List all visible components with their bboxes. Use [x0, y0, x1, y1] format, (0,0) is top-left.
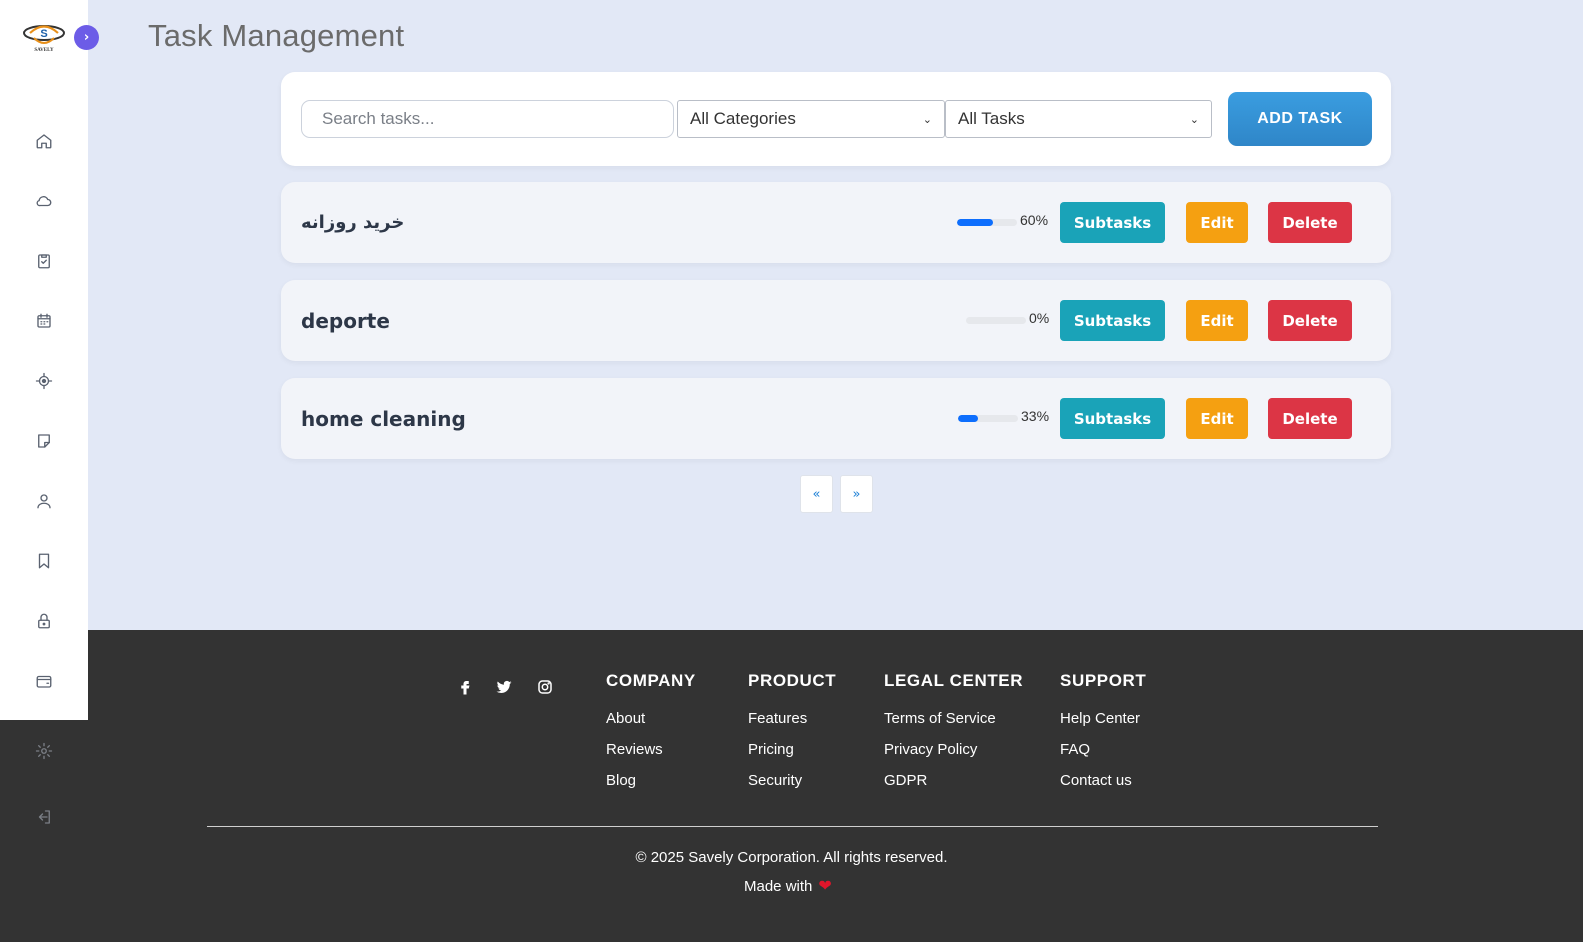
search-input[interactable]	[301, 100, 674, 138]
made-with-text: Made with ❤	[744, 876, 832, 896]
filter-select-value: All Tasks	[958, 109, 1025, 128]
task-card: خرید روزانه 60% Subtasks Edit Delete	[281, 182, 1391, 263]
footer-heading-company: COMPANY	[606, 671, 696, 690]
instagram-icon[interactable]	[533, 675, 557, 699]
twitter-icon[interactable]	[492, 675, 516, 699]
task-progress-label: 33%	[1021, 408, 1050, 424]
pagination-prev-button[interactable]: «	[800, 475, 833, 513]
footer-link-gdpr[interactable]: GDPR	[884, 772, 927, 789]
delete-button[interactable]: Delete	[1268, 398, 1352, 439]
user-icon[interactable]	[31, 488, 57, 514]
chevron-down-icon: ⌄	[922, 113, 932, 126]
subtasks-button[interactable]: Subtasks	[1060, 398, 1165, 439]
task-progress-bar	[966, 317, 1026, 324]
subtasks-button[interactable]: Subtasks	[1060, 300, 1165, 341]
bookmark-icon[interactable]	[31, 548, 57, 574]
task-progress-label: 60%	[1020, 212, 1049, 228]
page-title: Task Management	[148, 18, 405, 53]
pagination-next-button[interactable]: »	[840, 475, 873, 513]
delete-button[interactable]: Delete	[1268, 202, 1352, 243]
clipboard-check-icon[interactable]	[31, 248, 57, 274]
footer-link-help-center[interactable]: Help Center	[1060, 710, 1140, 727]
logo-wordmark: SAVELY	[34, 48, 54, 53]
subtasks-button[interactable]: Subtasks	[1060, 202, 1165, 243]
wallet-icon[interactable]	[31, 668, 57, 694]
footer-sidebar-area	[0, 720, 88, 942]
heart-icon: ❤	[818, 878, 832, 895]
footer-link-security[interactable]: Security	[748, 772, 802, 789]
task-progress-label: 0%	[1029, 310, 1050, 326]
task-progress-bar	[958, 415, 1018, 422]
task-name[interactable]: خرید روزانه	[301, 182, 404, 263]
copyright-text: © 2025 Savely Corporation. All rights re…	[635, 849, 948, 866]
footer-link-reviews[interactable]: Reviews	[606, 741, 663, 758]
edit-button[interactable]: Edit	[1186, 202, 1248, 243]
gear-icon[interactable]	[31, 738, 57, 764]
task-toolbar: All Categories ⌄ All Tasks ⌄ ADD TASK	[281, 72, 1391, 166]
add-task-button[interactable]: ADD TASK	[1228, 92, 1372, 146]
task-name[interactable]: home cleaning	[301, 378, 466, 459]
footer-link-terms[interactable]: Terms of Service	[884, 710, 996, 727]
cloud-icon[interactable]	[31, 188, 57, 214]
footer-heading-legal-center: LEGAL CENTER	[884, 671, 1024, 690]
sticky-note-icon[interactable]	[31, 428, 57, 454]
footer-link-blog[interactable]: Blog	[606, 772, 636, 789]
svg-text:S: S	[40, 28, 47, 40]
logout-icon[interactable]	[31, 804, 57, 830]
task-name[interactable]: deporte	[301, 280, 390, 361]
footer-divider	[207, 826, 1378, 827]
footer-link-faq[interactable]: FAQ	[1060, 741, 1090, 758]
footer-link-features[interactable]: Features	[748, 710, 807, 727]
lock-icon[interactable]	[31, 608, 57, 634]
category-select-value: All Categories	[690, 109, 796, 128]
target-icon[interactable]	[31, 368, 57, 394]
task-card: deporte 0% Subtasks Edit Delete	[281, 280, 1391, 361]
savely-logo[interactable]: S SAVELY	[22, 20, 66, 54]
chevron-down-icon: ⌄	[1189, 113, 1199, 126]
sidebar-expand-button[interactable]: ›	[74, 25, 99, 50]
footer-heading-product: PRODUCT	[748, 671, 837, 690]
delete-button[interactable]: Delete	[1268, 300, 1352, 341]
sidebar: S SAVELY	[0, 0, 88, 720]
task-progress-fill	[957, 219, 993, 226]
category-select[interactable]: All Categories ⌄	[677, 100, 945, 138]
footer-link-pricing[interactable]: Pricing	[748, 741, 794, 758]
edit-button[interactable]: Edit	[1186, 300, 1248, 341]
edit-button[interactable]: Edit	[1186, 398, 1248, 439]
footer-link-about[interactable]: About	[606, 710, 645, 727]
task-progress-bar	[957, 219, 1017, 226]
footer-link-contact[interactable]: Contact us	[1060, 772, 1132, 789]
footer-heading-support: SUPPORT	[1060, 671, 1147, 690]
footer-link-privacy[interactable]: Privacy Policy	[884, 741, 977, 758]
filter-select[interactable]: All Tasks ⌄	[945, 100, 1212, 138]
facebook-icon[interactable]	[453, 675, 477, 699]
home-icon[interactable]	[31, 128, 57, 154]
calendar-icon[interactable]	[31, 308, 57, 334]
made-with-label: Made with	[744, 877, 813, 895]
task-card: home cleaning 33% Subtasks Edit Delete	[281, 378, 1391, 459]
task-progress-fill	[958, 415, 978, 422]
